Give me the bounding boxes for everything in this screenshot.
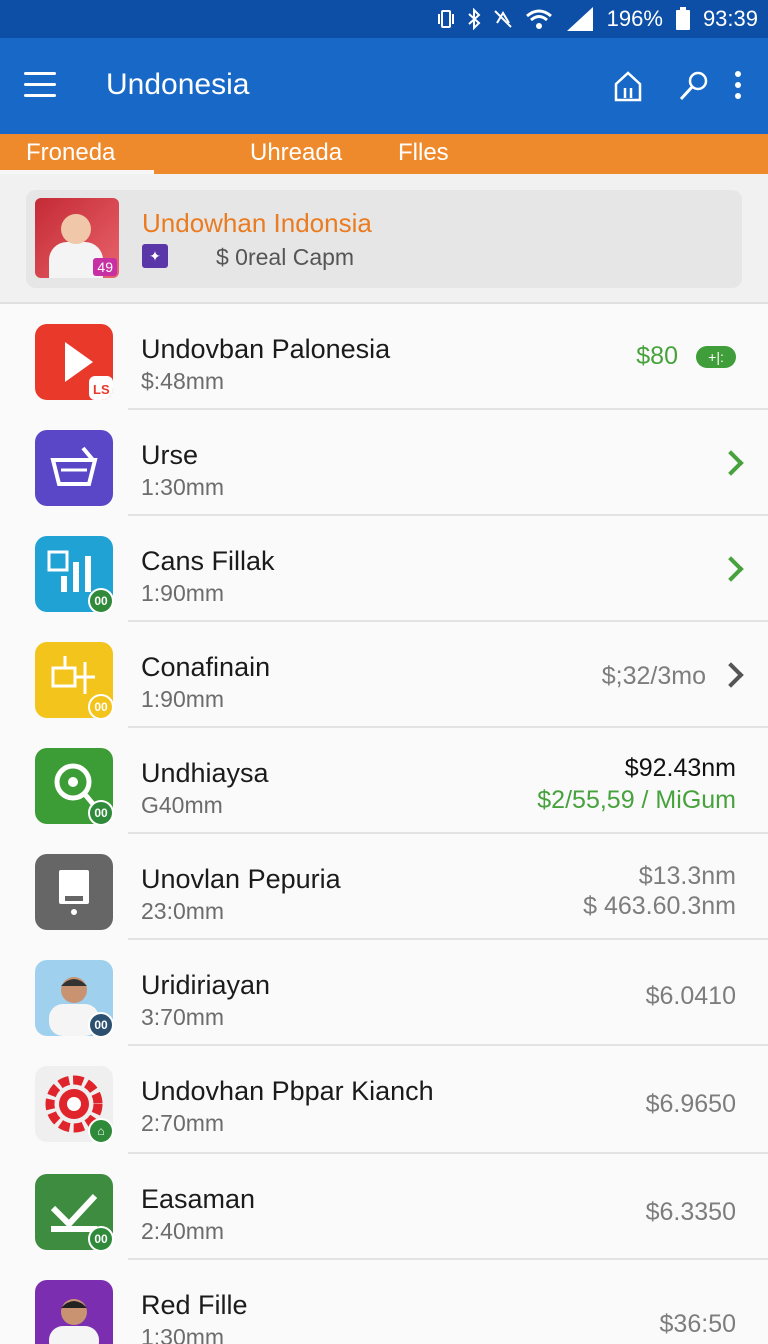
tag-icon: +|: [696,346,736,368]
list-item[interactable]: Red Fille 1:30mm $36:50 [0,1260,768,1344]
battery-icon [675,7,691,31]
bluetooth-icon [467,8,481,30]
featured-card[interactable]: 49 Undowhan Indonsia ✦ $ 0real Capm [26,190,742,288]
item-name: Uridiriayan [141,970,271,1000]
signal-icon [565,7,595,31]
mute-icon [493,9,513,29]
featured-title: Undowhan Indonsia [142,208,372,238]
item-price: $6.3350 [645,1198,736,1226]
tab-bar: Froneda Uhreada Flles [0,134,768,174]
item-size: 1:30mm [141,1324,225,1344]
item-price: $6.0410 [645,982,736,1010]
list-item[interactable]: 00 Conafinain 1:90mm $;32/3mo [0,622,768,728]
list-item[interactable]: 00 Undhiaysa G40mm $92.43nm $2/55,59 / M… [0,728,768,834]
item-size: G40mm [141,792,223,818]
featured-thumbnail: 49 [35,198,119,278]
item-price: $80 [636,342,678,370]
app-bar: Undonesia [0,38,768,134]
sparkle-icon: ✦ [142,244,168,268]
item-size: 23:0mm [141,898,225,924]
item-size: 1:30mm [141,474,225,500]
item-name: Urse [141,440,199,470]
tab-indicator [0,170,154,174]
list-item[interactable]: 00 Easaman 2:40mm $6.3350 [0,1154,768,1260]
page-title: Undonesia [106,68,250,101]
item-name: Cans Fillak [141,546,275,576]
item-name: Unovlan Pepuria [141,864,341,894]
chevron-right-icon[interactable] [718,662,744,688]
tab-files[interactable]: Flles [398,139,449,167]
tab-froneda[interactable]: Froneda [26,139,115,167]
item-name: Undovban Palonesia [141,334,391,364]
home-icon[interactable] [610,68,646,104]
featured-subtitle: $ 0real Capm [216,244,355,270]
item-badge: 00 [88,1012,114,1038]
item-name: Conafinain [141,652,271,682]
list-item[interactable]: Urse 1:30mm [0,410,768,516]
item-size: 1:90mm [141,686,225,712]
item-badge: 00 [88,588,114,614]
item-badge: 00 [88,1226,114,1252]
item-price-secondary: $ 463.60.3nm [583,892,736,920]
list-item[interactable]: 00 Uridiriayan 3:70mm $6.0410 [0,940,768,1046]
item-name: Undhiaysa [141,758,269,788]
avatar-icon [35,1280,113,1344]
tab-uhreada[interactable]: Uhreada [250,139,342,167]
item-badge: 00 [88,800,114,826]
item-name: Easaman [141,1184,256,1214]
clock: 93:39 [702,6,758,31]
item-name: Red Fille [141,1290,248,1320]
vibrate-icon [437,9,455,29]
list-item[interactable]: Unovlan Pepuria 23:0mm $13.3nm $ 463.60.… [0,834,768,940]
item-price: $6.9650 [645,1090,736,1118]
item-name: Undovhan Pbpar Kianch [141,1076,434,1106]
list-item[interactable]: ⌂ Undovhan Pbpar Kianch 2:70mm $6.9650 [0,1046,768,1154]
item-size: 2:40mm [141,1218,225,1244]
item-size: $:48mm [141,368,225,394]
item-price-secondary: $2/55,59 / MiGum [537,786,736,814]
search-icon[interactable] [676,68,712,104]
more-icon[interactable] [728,68,748,104]
item-price: $92.43nm [624,754,736,782]
file-list: LS Undovban Palonesia $:48mm $80 +|: Urs… [0,302,768,1344]
basket-icon [35,430,113,506]
play-icon: LS [35,324,113,400]
item-badge: 00 [88,694,114,720]
status-bar: 196% 93:39 [0,0,768,38]
item-size: 1:90mm [141,580,225,606]
item-price: $;32/3mo [601,662,706,690]
chevron-right-icon[interactable] [718,556,744,582]
list-item[interactable]: LS Undovban Palonesia $:48mm $80 +|: [0,304,768,410]
menu-icon[interactable] [24,72,58,98]
shield-icon: ⌂ [88,1118,114,1144]
item-price: $36:50 [659,1310,736,1338]
item-size: 3:70mm [141,1004,225,1030]
featured-badge: 49 [93,258,117,276]
device-icon [35,854,113,930]
item-price: $13.3nm [638,862,736,890]
chevron-right-icon[interactable] [718,450,744,476]
svg-text:LS: LS [93,382,110,397]
list-item[interactable]: 00 Cans Fillak 1:90mm [0,516,768,622]
item-size: 2:70mm [141,1110,225,1136]
battery-percent: 196% [606,6,663,31]
wifi-icon [525,8,553,30]
